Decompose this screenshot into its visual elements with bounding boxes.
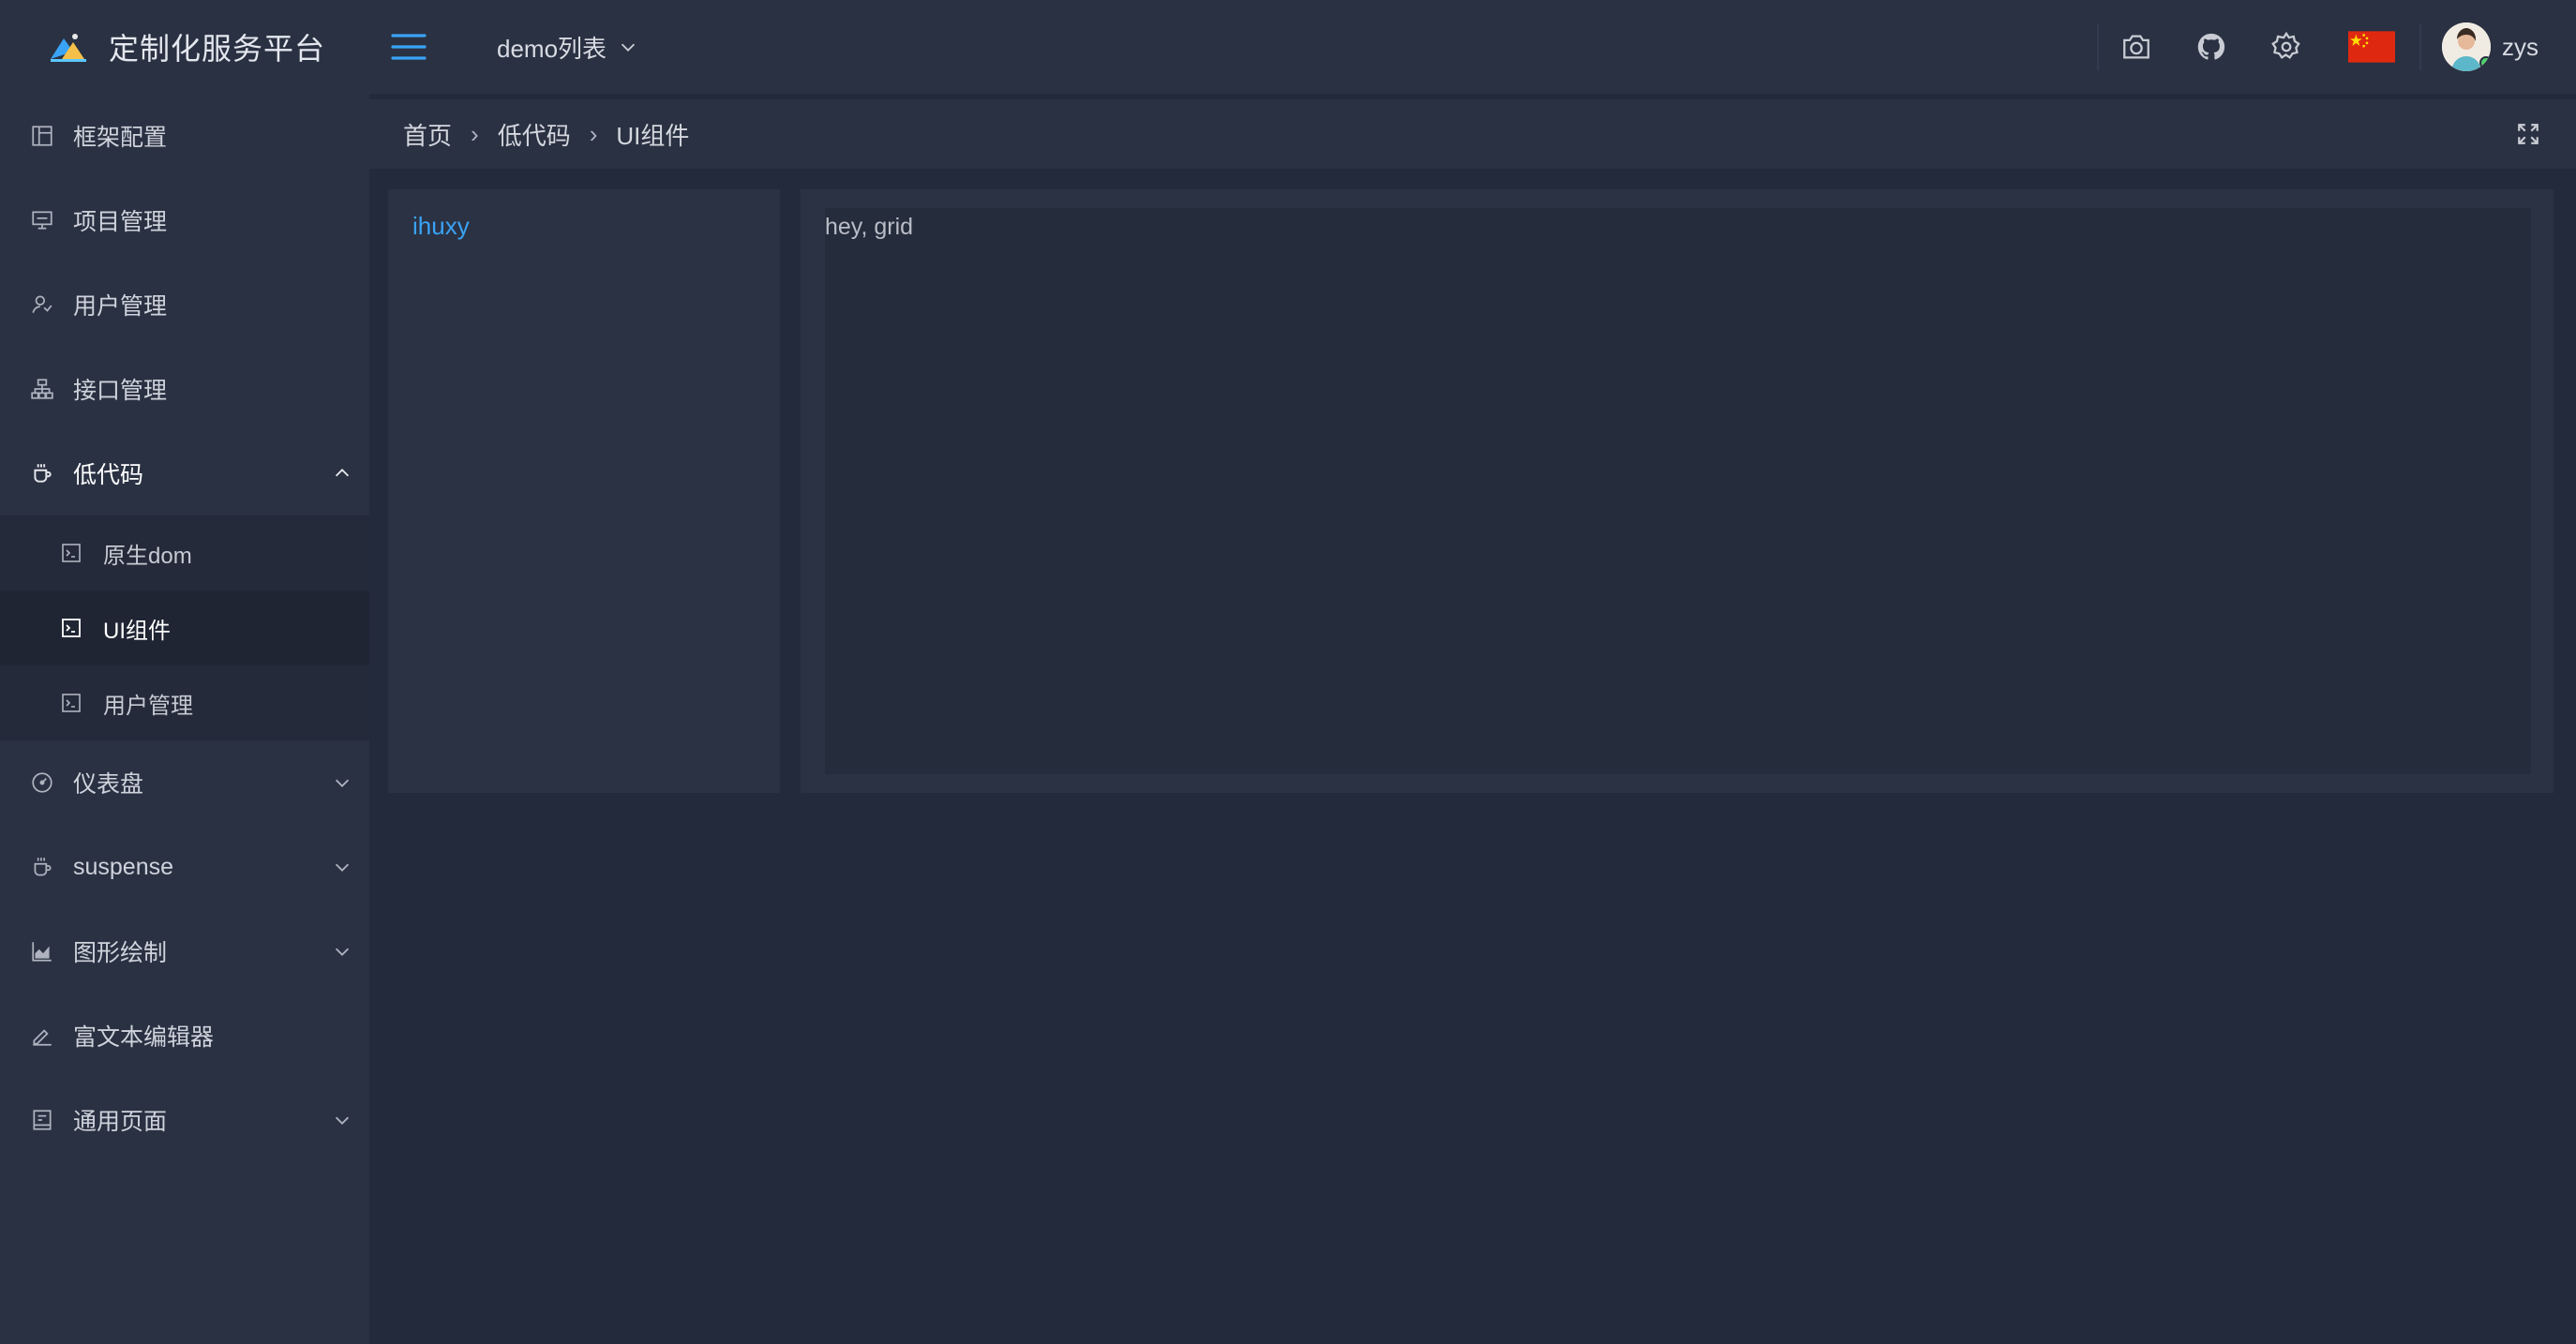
terminal-icon	[62, 619, 81, 637]
camera-icon	[2123, 35, 2149, 59]
component-link-ihuxy[interactable]: ihuxy	[412, 212, 470, 241]
terminal-icon	[62, 544, 81, 562]
breadcrumb-separator: ›	[589, 119, 598, 148]
sidebar-subitem-label: 用户管理	[103, 693, 193, 719]
avatar	[2442, 22, 2491, 71]
logo[interactable]: 定制化服务平台	[0, 0, 369, 94]
sidebar-item-label: 框架配置	[73, 125, 168, 151]
sidebar-item-label: suspense	[73, 853, 174, 880]
sidebar-item-rich-text-editor[interactable]: 富文本编辑器	[0, 993, 369, 1078]
sidebar-subitem-label: UI组件	[103, 618, 171, 644]
app-root: 定制化服务平台 框架配置 项目管理 用户管理 接口管理 低代码 原生dom UI…	[0, 0, 2576, 1344]
terminal-icon	[62, 694, 81, 712]
header-actions: zys	[2097, 0, 2576, 94]
fullscreen-icon[interactable]	[2516, 122, 2540, 146]
breadcrumb-item-low-code[interactable]: 低代码	[498, 117, 571, 152]
project-select[interactable]: demo列表	[497, 30, 638, 65]
breadcrumb-item-current: UI组件	[616, 121, 690, 150]
github-button[interactable]	[2174, 0, 2249, 94]
sidebar-subitem-user-management[interactable]: 用户管理	[0, 665, 369, 740]
hamburger-menu-icon[interactable]	[390, 32, 427, 62]
chevron-down-icon	[621, 43, 636, 52]
top-header: demo列表 zys	[369, 0, 2576, 94]
page-icon	[33, 1110, 52, 1130]
grid-preview-panel: hey, grid	[801, 189, 2554, 793]
sidebar-item-label: 项目管理	[73, 209, 168, 235]
sidebar-item-label: 图形绘制	[73, 940, 168, 966]
github-icon	[2197, 33, 2225, 60]
sidebar-subitem-native-dom[interactable]: 原生dom	[0, 515, 369, 590]
user-icon	[32, 295, 52, 313]
breadcrumb-separator: ›	[471, 119, 479, 148]
sidebar-item-api-management[interactable]: 接口管理	[0, 347, 369, 431]
sidebar-item-label: 低代码	[73, 462, 144, 488]
sidebar-item-label: 仪表盘	[73, 771, 144, 798]
breadcrumb-item-home[interactable]: 首页	[403, 117, 452, 152]
user-name: zys	[2502, 32, 2539, 61]
sidebar-subitem-label: 原生dom	[103, 543, 192, 569]
sidebar-item-common-pages[interactable]: 通用页面	[0, 1078, 369, 1162]
chevron-down-icon	[335, 948, 350, 956]
sidebar: 定制化服务平台 框架配置 项目管理 用户管理 接口管理 低代码 原生dom UI…	[0, 0, 369, 1344]
sidebar-item-user-management[interactable]: 用户管理	[0, 262, 369, 347]
sidebar-item-label: 富文本编辑器	[73, 1024, 215, 1051]
screenshot-button[interactable]	[2099, 0, 2174, 94]
sidebar-item-label: 通用页面	[73, 1109, 168, 1135]
cup-icon	[34, 464, 52, 483]
chart-icon	[32, 942, 52, 962]
chevron-down-icon	[335, 863, 350, 872]
sidebar-item-dashboard[interactable]: 仪表盘	[0, 740, 369, 825]
user-menu[interactable]: zys	[2442, 22, 2539, 71]
sidebar-item-label: 用户管理	[73, 293, 168, 320]
settings-button[interactable]	[2249, 0, 2324, 94]
breadcrumb: 首页 › 低代码 › UI组件	[369, 99, 2576, 169]
sidebar-item-graphics[interactable]: 图形绘制	[0, 909, 369, 993]
chevron-up-icon	[335, 469, 350, 477]
gauge-icon	[32, 772, 52, 793]
sidebar-item-project-management[interactable]: 项目管理	[0, 178, 369, 262]
china-flag-icon[interactable]	[2348, 31, 2395, 63]
sidebar-item-suspense[interactable]: suspense	[0, 825, 369, 909]
sidebar-item-label: 接口管理	[73, 378, 168, 404]
submenu-container: 原生dom UI组件 用户管理	[0, 515, 369, 740]
sidebar-item-low-code[interactable]: 低代码	[0, 431, 369, 515]
chevron-down-icon	[335, 779, 350, 787]
grid-canvas[interactable]: hey, grid	[825, 208, 2531, 774]
sidebar-item-framework-config[interactable]: 框架配置	[0, 94, 369, 178]
monitor-icon	[32, 211, 52, 230]
network-icon	[31, 379, 53, 399]
sidebar-subitem-ui-components[interactable]: UI组件	[0, 590, 369, 665]
divider	[2419, 23, 2421, 70]
online-status-dot	[2479, 56, 2491, 69]
gear-icon	[2271, 31, 2300, 59]
app-title: 定制化服务平台	[109, 32, 326, 66]
chevron-down-icon	[335, 1116, 350, 1125]
edit-icon	[33, 1029, 52, 1046]
project-select-label: demo列表	[497, 34, 607, 63]
grid-text: hey, grid	[825, 214, 914, 240]
logo-icon	[51, 34, 86, 62]
component-list-panel: ihuxy	[388, 189, 780, 793]
sidebar-menu: 框架配置 项目管理 用户管理 接口管理 低代码 原生dom UI组件 用户管理 …	[0, 94, 369, 1162]
layout-icon	[32, 126, 52, 146]
submenu-low-code: 原生dom UI组件 用户管理	[0, 515, 369, 740]
cup-icon	[34, 858, 52, 876]
